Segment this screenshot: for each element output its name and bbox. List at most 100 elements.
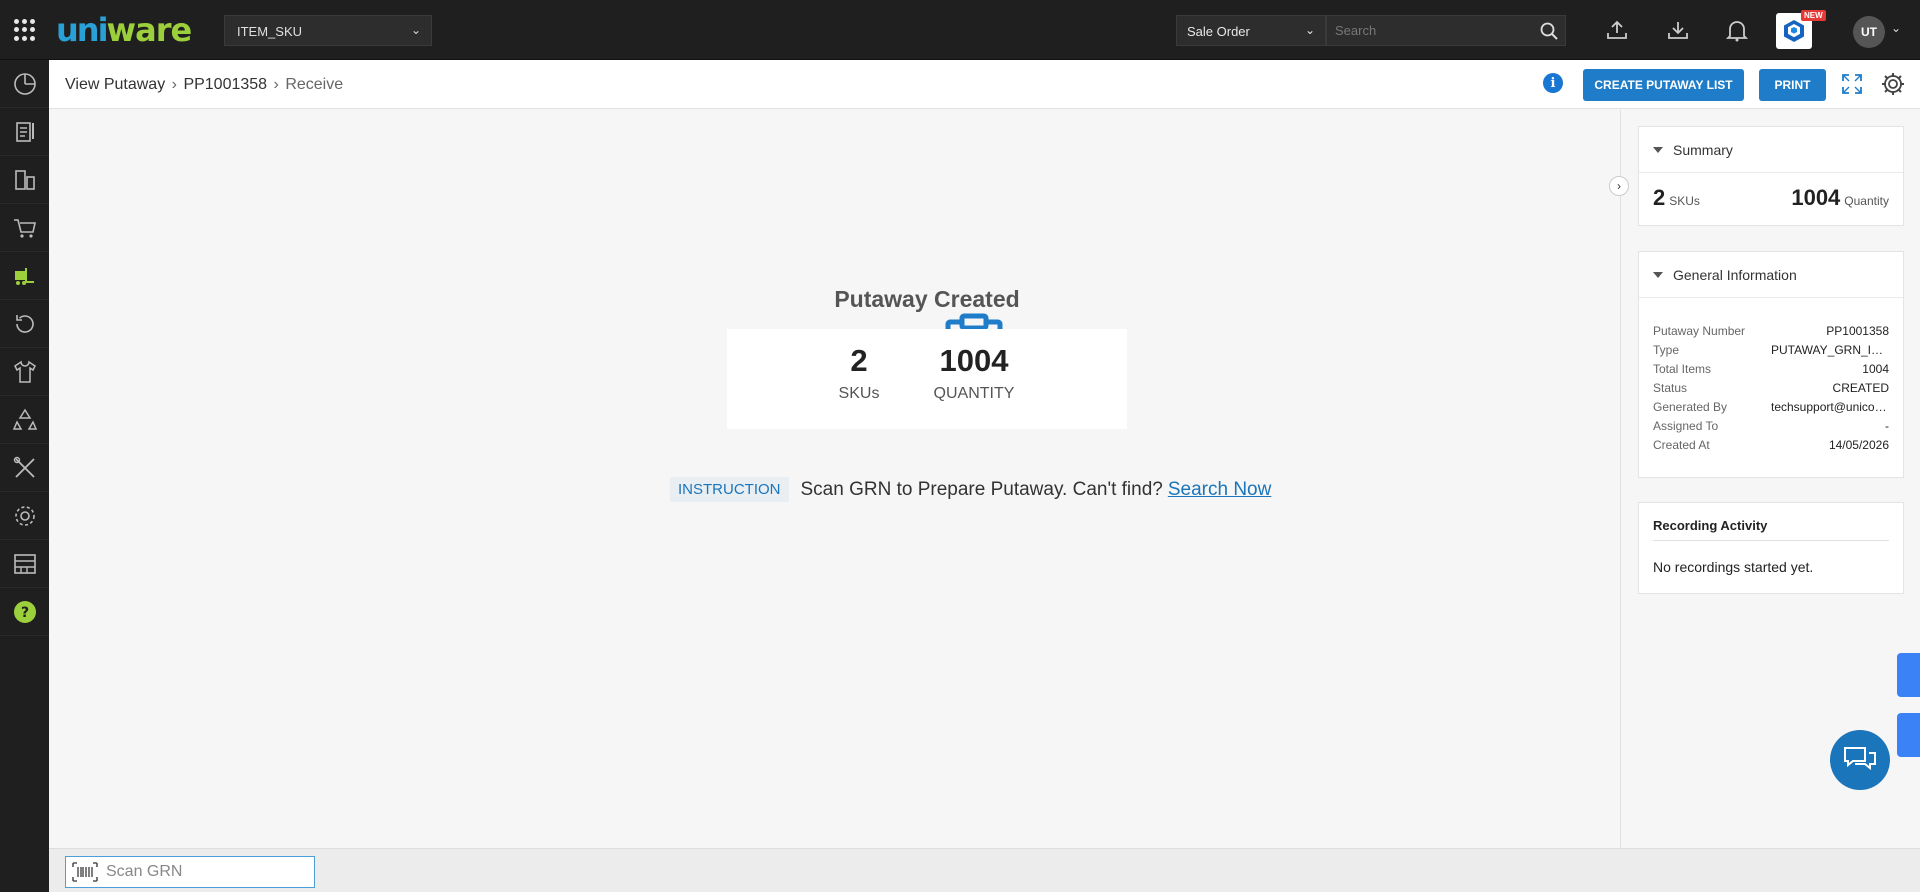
chat-button[interactable] [1830,730,1890,790]
warehouse-shelf-icon [13,553,36,574]
breadcrumb-receive: Receive [285,76,344,93]
bottom-bar [49,848,1920,892]
settings-icon [14,505,35,526]
skus-count: 2 [850,343,868,378]
sidebar-item-recycle[interactable] [0,396,49,444]
instruction-tag: INSTRUCTION [670,477,789,502]
scan-grn-input[interactable] [106,863,306,881]
info-row: Total Items 1004 [1639,362,1903,381]
sidebar-item-orders[interactable] [0,108,49,156]
global-search-input[interactable] [1327,16,1527,45]
general-info-title: General Information [1673,266,1797,283]
side-widget-tab[interactable] [1897,653,1920,697]
info-value: PUTAWAY_GRN_ITEM [1771,343,1889,357]
chevron-down-icon: ⌄ [410,23,421,37]
info-row: Created At 14/05/2026 [1639,438,1903,457]
create-putaway-list-button[interactable]: CREATE PUTAWAY LIST [1583,69,1744,101]
caret-down-icon [1653,271,1663,278]
summary-quantity-count: 1004 [1791,185,1841,210]
chevron-right-icon[interactable]: › [1609,176,1629,196]
breadcrumb-view-putaway[interactable]: View Putaway [65,76,165,93]
returns-icon [14,169,35,190]
side-widget-tab[interactable] [1897,713,1920,757]
info-row: Generated By techsupport@unicommerce.com [1639,400,1903,419]
order-type-select-value: Sale Order [1187,24,1250,39]
info-key: Type [1653,343,1680,357]
chevron-down-icon[interactable]: ⌄ [1891,21,1901,35]
summary-skus-label: SKUs [1669,194,1700,208]
info-icon[interactable]: i [1543,73,1563,93]
gear-icon[interactable] [1880,71,1906,97]
info-row: Type PUTAWAY_GRN_ITEM [1639,343,1903,362]
fullscreen-icon[interactable] [1841,73,1863,95]
summary-header[interactable]: Summary [1639,127,1903,173]
shirt-product-icon [13,360,36,383]
order-type-select[interactable]: Sale Order ⌄ [1176,15,1326,46]
search-icon[interactable] [1539,21,1559,41]
summary-skus-count: 2 [1653,185,1666,210]
general-info-header[interactable]: General Information [1639,252,1903,298]
recycle-icon [12,408,37,430]
sidebar-item-help[interactable]: ? [0,588,49,636]
quantity-count: 1004 [939,343,1009,378]
recording-title: Recording Activity [1653,503,1889,541]
summary-quantity-label: Quantity [1844,194,1889,208]
info-value: 14/05/2026 [1828,438,1889,452]
scan-grn-field [65,856,315,888]
recording-activity-card: Recording Activity No recordings started… [1638,502,1904,594]
chat-icon [1844,747,1876,771]
chevron-down-icon: ⌄ [1304,23,1315,37]
info-value: - [1885,419,1889,433]
dashboard-icon [13,72,36,95]
skus-counter: 2 SKUs [829,343,889,403]
bell-icon[interactable] [1724,17,1750,43]
barcode-icon [72,862,98,882]
breadcrumb-separator: › [273,76,279,93]
procurement-cart-icon [13,218,36,238]
tools-icon [13,456,35,478]
unware-logo[interactable]: uni ware [56,10,192,50]
facility-select-value: ITEM_SKU [237,24,303,39]
breadcrumb-separator: › [171,76,177,93]
avatar[interactable]: UT [1853,16,1885,48]
info-value: 1004 [1862,362,1889,376]
sidebar-item-warehouse[interactable] [0,540,49,588]
sidebar-item-products[interactable] [0,348,49,396]
print-button[interactable]: PRINT [1759,69,1826,101]
info-row: Assigned To - [1639,419,1903,438]
help-icon: ? [13,600,36,623]
top-bar: uniware ITEM_SKU ⌄ Sale Order ⌄ NEW UT ⌄ [0,0,1920,60]
info-value: CREATED [1832,381,1889,395]
download-icon[interactable] [1665,17,1691,43]
breadcrumb-putaway-number[interactable]: PP1001358 [183,76,267,93]
instruction: INSTRUCTION Scan GRN to Prepare Putaway.… [670,477,1271,502]
orders-icon [15,121,34,142]
summary-values: 2 SKUs 1004 Quantity [1639,173,1903,225]
quantity-counter: 1004 QUANTITY [929,343,1019,403]
upload-icon[interactable] [1604,17,1630,43]
sidebar-item-tools[interactable] [0,444,49,492]
caret-down-icon [1653,146,1663,153]
facility-select[interactable]: ITEM_SKU ⌄ [224,15,432,46]
info-key: Total Items [1653,362,1712,376]
left-sidebar: ? [0,60,49,892]
sidebar-item-procurement[interactable] [0,204,49,252]
count-card: 2 SKUs 1004 QUANTITY [727,329,1127,429]
general-info-card: General Information Putaway Number PP1001… [1638,251,1904,478]
info-key: Assigned To [1653,419,1719,433]
info-key: Generated By [1653,400,1728,414]
search-now-link[interactable]: Search Now [1168,479,1272,501]
sidebar-item-returns[interactable] [0,156,49,204]
status-title: Putaway Created [834,286,1020,312]
recording-message: No recordings started yet. [1653,559,1814,575]
sidebar-item-dashboard[interactable] [0,60,49,108]
info-key: Created At [1653,438,1710,452]
apps-grid-icon[interactable] [14,19,36,41]
skus-label: SKUs [838,385,880,402]
new-badge: NEW [1801,10,1826,21]
info-key: Status [1653,381,1688,395]
info-value: PP1001358 [1826,324,1889,338]
sidebar-item-settings[interactable] [0,492,49,540]
summary-card: Summary 2 SKUs 1004 Quantity [1638,126,1904,226]
info-row: Putaway Number PP1001358 [1639,324,1903,343]
